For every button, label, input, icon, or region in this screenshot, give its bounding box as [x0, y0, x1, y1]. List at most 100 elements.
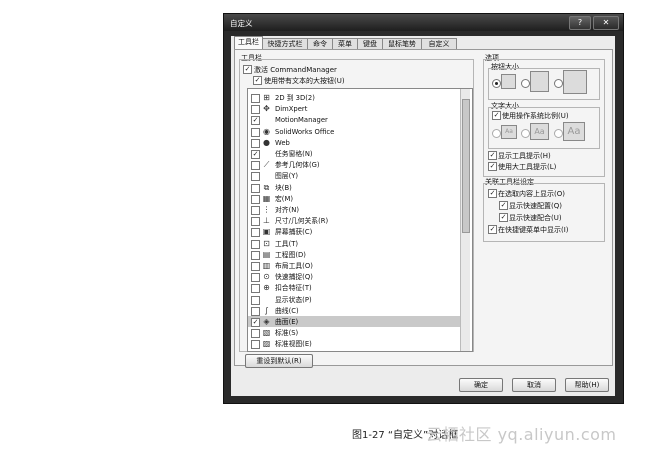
toolbar-list-item[interactable]: ✥ DimXpert	[248, 103, 462, 115]
toolbar-list[interactable]: ⊞ 2D 到 3D(2) ✥ DimXpert ✓ MotionManager ◉ Solid…	[247, 88, 473, 352]
large-tooltips-checkbox[interactable]: ✓	[488, 162, 497, 171]
scrollbar-thumb[interactable]	[462, 99, 470, 233]
toolbar-list-item[interactable]: ⊞ 2D 到 3D(2)	[248, 92, 462, 103]
toolbar-item-checkbox[interactable]: ✓	[251, 150, 260, 159]
toolbar-item-checkbox[interactable]	[251, 340, 260, 350]
toolbar-item-label: 任务窗格(N)	[275, 150, 313, 158]
large-buttons-checkbox[interactable]: ✓	[253, 76, 262, 85]
toolbar-item-checkbox[interactable]	[251, 273, 260, 283]
toolbar-list-item[interactable]: ▥ 布局工具(O)	[248, 260, 462, 271]
text-size-small-radio[interactable]	[492, 129, 501, 138]
curves-icon: ∫	[264, 305, 269, 315]
toolbar-list-item[interactable]: ▤ 工程图(D)	[248, 249, 462, 260]
toolbar-list-item[interactable]: ⊙ 快速捕捉(Q)	[248, 271, 462, 283]
toolbar-list-item[interactable]: 图层(Y)	[248, 170, 462, 182]
cancel-button[interactable]: 取消	[512, 378, 556, 392]
toolbar-list-item[interactable]: ∫ 曲线(C)	[248, 305, 462, 316]
use-system-scale-checkbox[interactable]: ✓	[492, 111, 501, 120]
button-size-small-radio[interactable]	[492, 79, 501, 88]
help-title-button[interactable]: ?	[569, 16, 591, 30]
toolbar-item-checkbox[interactable]	[251, 239, 260, 249]
button-size-large-radio[interactable]	[554, 79, 563, 88]
tab-panel: 工具栏 ✓ 激活 CommandManager ✓ 使用带有文本的大按钮(U) …	[234, 49, 613, 368]
tab-toolbars[interactable]: 工具栏	[234, 36, 263, 50]
show-in-shortcut-menu-checkbox[interactable]: ✓	[488, 225, 497, 234]
text-size-medium-sample: Aa	[530, 123, 549, 140]
toolbar-list-item[interactable]: ⧉ 块(B)	[248, 182, 462, 193]
toolbar-list-item[interactable]: ⟋ 参考几何体(G)	[248, 159, 462, 171]
toolbar-list-item[interactable]: ◉ SolidWorks Office	[248, 126, 462, 137]
toolbar-item-checkbox[interactable]	[251, 194, 260, 204]
activate-commandmanager-checkbox[interactable]: ✓	[243, 65, 252, 74]
align-icon: ⋮	[262, 205, 271, 214]
close-button[interactable]: ✕	[593, 16, 619, 30]
toolbar-list-item[interactable]: ⊥ 尺寸/几何关系(R)	[248, 215, 462, 227]
toolbar-item-label: 工具(T)	[275, 239, 299, 248]
toolbar-item-checkbox[interactable]	[251, 105, 260, 115]
large-button-preview-icon	[563, 70, 587, 94]
toolbar-item-checkbox[interactable]	[251, 284, 260, 294]
show-in-shortcut-menu-label: 在快捷键菜单中显示(I)	[498, 226, 569, 234]
dialog-title: 自定义	[230, 19, 253, 28]
toolbar-item-label: 扣合特征(T)	[275, 284, 312, 293]
toolbar-list-item[interactable]: ⊕ 扣合特征(T)	[248, 282, 462, 294]
toolbar-list-item[interactable]: ▨ 标准视图(E)	[248, 338, 462, 350]
list-scrollbar[interactable]	[460, 89, 470, 351]
toolbar-list-item[interactable]: ▦ 宏(M)	[248, 193, 462, 204]
show-on-selection-checkbox[interactable]: ✓	[488, 189, 497, 198]
toolbar-list-item[interactable]: ● Web	[248, 137, 462, 148]
surfaces-icon: ◈	[263, 317, 270, 326]
toolbar-item-checkbox[interactable]	[251, 217, 260, 227]
ok-button[interactable]: 确定	[459, 378, 503, 392]
text-size-small-sample: Aa	[501, 125, 517, 139]
toolbar-list-item[interactable]: ✓ MotionManager	[248, 114, 462, 126]
toolbar-item-label: 尺寸/几何关系(R)	[275, 217, 329, 226]
show-quick-config-checkbox[interactable]: ✓	[499, 201, 508, 210]
show-quick-mate-checkbox[interactable]: ✓	[499, 213, 508, 222]
customize-dialog: 自定义 ? ✕ 工具栏 快捷方式栏 命令 菜单 键盘 鼠标笔势 自定义 工具栏 …	[223, 13, 624, 404]
web-globe-icon: ●	[263, 137, 270, 147]
toolbar-item-checkbox[interactable]	[251, 329, 260, 339]
toolbar-list-item[interactable]: ⋮ 对齐(N)	[248, 204, 462, 215]
drawing-icon: ▤	[262, 249, 271, 259]
toolbar-item-checkbox[interactable]: ✓	[251, 318, 260, 327]
toolbar-item-checkbox[interactable]	[251, 127, 260, 137]
dimension-icon: ⊥	[263, 216, 270, 226]
toolbar-item-checkbox[interactable]	[251, 206, 260, 215]
toolbar-list-item[interactable]: ✓ 任务窗格(N)	[248, 148, 462, 159]
watermark-text: 云栖社区 yq.aliyun.com	[426, 425, 617, 444]
toolbar-item-label: 布局工具(O)	[275, 262, 313, 270]
toolbar-item-checkbox[interactable]	[251, 306, 260, 316]
toolbar-item-label: 标准(S)	[275, 329, 299, 338]
toolbar-list-item[interactable]: ⊡ 工具(T)	[248, 238, 462, 249]
fastening-feature-icon: ⊕	[263, 283, 270, 293]
toolbar-list-item[interactable]: 显示状态(P)	[248, 294, 462, 305]
text-size-large-radio[interactable]	[554, 129, 563, 138]
toolbar-list-item[interactable]: ✓ ◈ 曲面(E)	[248, 316, 462, 327]
reset-to-default-button[interactable]: 重设到默认(R)	[245, 354, 313, 368]
toolbar-item-checkbox[interactable]	[251, 138, 260, 148]
toolbar-item-checkbox[interactable]: ✓	[251, 116, 260, 126]
toolbar-item-checkbox[interactable]	[251, 94, 260, 103]
toolbar-item-checkbox[interactable]	[251, 161, 260, 171]
toolbar-item-checkbox[interactable]	[251, 295, 260, 305]
layout-tools-icon: ▥	[262, 261, 271, 270]
toolbar-item-checkbox[interactable]	[251, 228, 260, 238]
toolbar-item-checkbox[interactable]	[251, 172, 260, 182]
reference-geometry-icon: ⟋	[263, 160, 270, 170]
toolbar-item-label: DimXpert	[275, 105, 308, 114]
toolbar-item-checkbox[interactable]	[251, 183, 260, 193]
title-bar[interactable]: 自定义 ? ✕	[224, 14, 623, 31]
button-size-medium-radio[interactable]	[521, 79, 530, 88]
medium-button-preview-icon	[530, 71, 549, 92]
toolbar-item-checkbox[interactable]	[251, 250, 260, 260]
text-size-medium-radio[interactable]	[521, 129, 530, 138]
show-tooltips-label: 显示工具提示(H)	[498, 152, 551, 160]
toolbar-item-checkbox[interactable]	[251, 262, 260, 271]
toolbar-list-item[interactable]: ▣ 屏幕捕获(C)	[248, 226, 462, 238]
show-tooltips-checkbox[interactable]: ✓	[488, 151, 497, 160]
toolbar-item-label: 屏幕捕获(C)	[275, 228, 313, 237]
toolbar-item-label: 标准视图(E)	[275, 340, 312, 349]
toolbar-list-item[interactable]: ▧ 标准(S)	[248, 327, 462, 339]
help-button[interactable]: 帮助(H)	[565, 378, 609, 392]
